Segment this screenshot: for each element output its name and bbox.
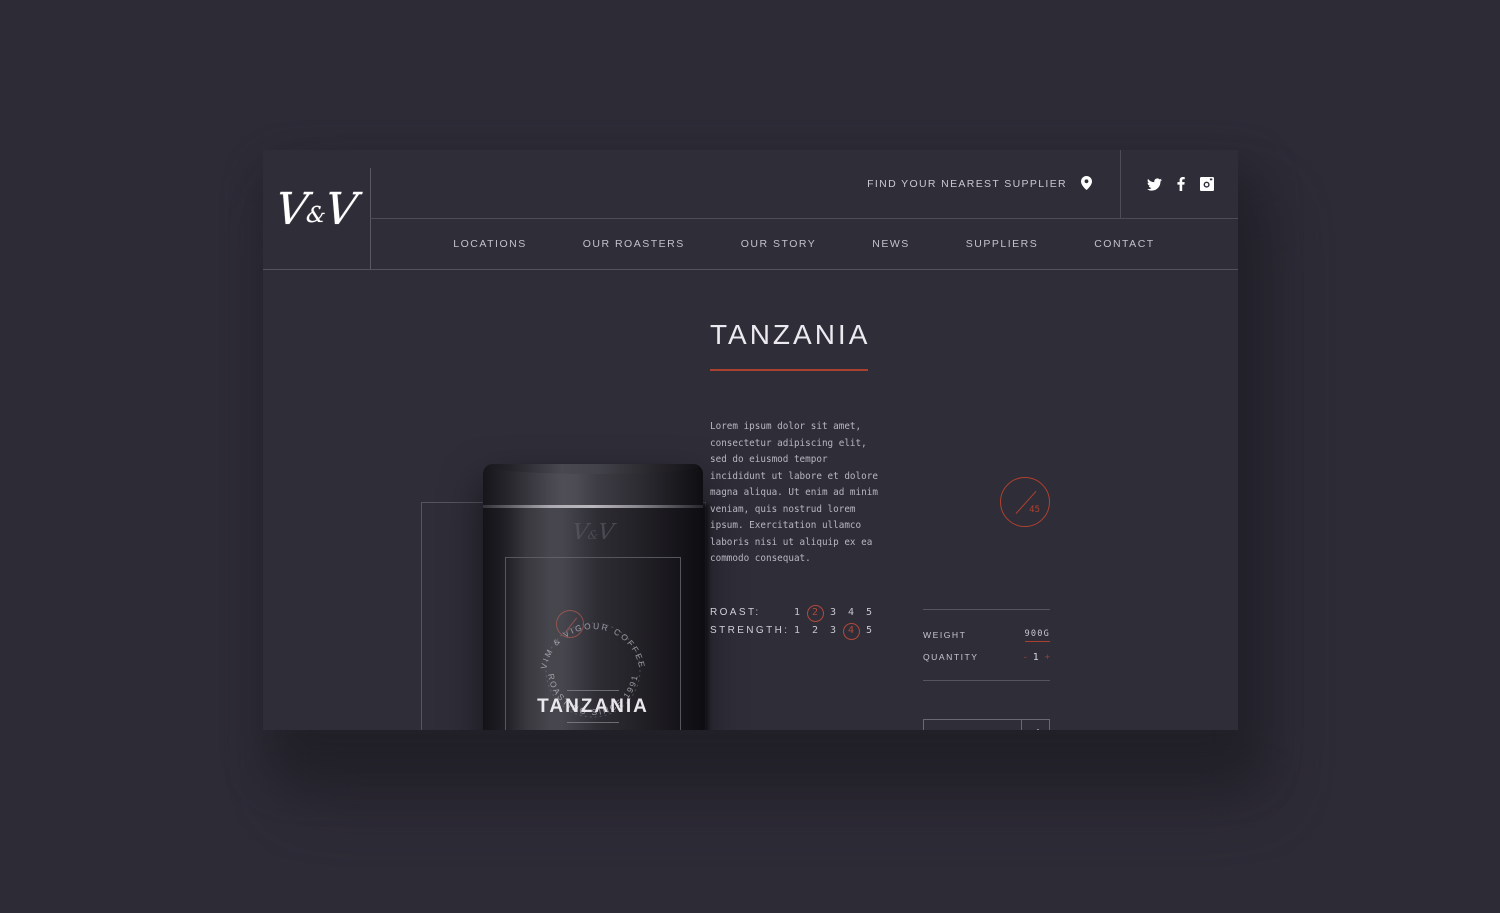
brand-logo-mark: V&V [274, 184, 360, 235]
add-to-cart-label: ADD TO CART [924, 720, 1021, 730]
product-image-coffee-tin: V&V VIM & VIGOUR COFFEE ROASTING SINCE 1… [483, 464, 703, 730]
product-image-stage: V&V VIM & VIGOUR COFFEE ROASTING SINCE 1… [313, 304, 713, 730]
social-links [1121, 177, 1238, 191]
tin-logo-v2: V [596, 520, 615, 545]
price-amount: 45 [1029, 505, 1040, 515]
purchase-meta: WEIGHT 900G QUANTITY - 1 + [923, 610, 1050, 680]
main-navigation: LOCATIONS OUR ROASTERS OUR STORY NEWS SU… [370, 219, 1238, 269]
roast-option-1[interactable]: 1 [788, 605, 806, 621]
tin-label-box: VIM & VIGOUR COFFEE ROASTING SINCE 1991 … [505, 557, 681, 730]
tin-rule-bottom [567, 722, 619, 723]
tin-rule-top [567, 690, 619, 691]
price-badge: 45 [1000, 477, 1050, 527]
arrow-right-icon[interactable] [1021, 720, 1049, 730]
twitter-icon[interactable] [1147, 177, 1162, 191]
nav-item-suppliers[interactable]: SUPPLIERS [938, 238, 1066, 250]
nav-item-contact[interactable]: CONTACT [1066, 238, 1182, 250]
quantity-increment-button[interactable]: + [1045, 652, 1050, 662]
roast-options: 1 2 3 4 5 [788, 604, 878, 622]
roast-option-3[interactable]: 3 [824, 605, 842, 621]
quantity-decrement-button[interactable]: - [1024, 652, 1027, 662]
tin-seal: VIM & VIGOUR COFFEE ROASTING SINCE 1991 … [528, 604, 658, 730]
roast-option-5[interactable]: 5 [860, 605, 878, 621]
nav-item-our-roasters[interactable]: OUR ROASTERS [555, 238, 713, 250]
roast-option-2[interactable]: 2 [806, 604, 824, 622]
product-page-main: V&V VIM & VIGOUR COFFEE ROASTING SINCE 1… [263, 269, 1238, 730]
quantity-stepper: - 1 + [1024, 652, 1050, 663]
weight-row: WEIGHT 900G [923, 624, 1050, 646]
strength-options: 1 2 3 4 5 [788, 622, 878, 640]
quantity-value: 1 [1032, 651, 1039, 663]
strength-option-2[interactable]: 2 [806, 623, 824, 639]
strength-picker: STRENGTH: 1 2 3 4 5 [710, 622, 900, 640]
tin-price-circle-slash-icon [556, 610, 584, 638]
page-title: TANZANIA [710, 319, 871, 350]
roast-option-4[interactable]: 4 [842, 605, 860, 621]
purchase-panel: WEIGHT 900G QUANTITY - 1 + ADD TO CAR [923, 609, 1050, 730]
instagram-icon[interactable] [1200, 177, 1214, 191]
quantity-label: QUANTITY [923, 652, 979, 662]
product-details: TANZANIA Lorem ipsum dolor sit amet, con… [710, 319, 900, 640]
purchase-rule-bottom [923, 680, 1050, 681]
tin-embossed-logo: V&V [483, 520, 703, 545]
brand-logo[interactable]: V&V [263, 150, 370, 269]
svg-text:VIM & VIGOUR COFFEE: VIM & VIGOUR COFFEE [538, 621, 647, 670]
strength-option-3[interactable]: 3 [824, 623, 842, 639]
product-description: Lorem ipsum dolor sit amet, consectetur … [710, 421, 878, 564]
find-supplier-label: FIND YOUR NEAREST SUPPLIER [867, 178, 1067, 190]
page-background: V&V FIND YOUR NEAREST SUPPLIER LOCATIONS… [0, 0, 1500, 913]
roast-label: ROAST: [710, 607, 761, 618]
product-option-pickers: ROAST: 1 2 3 4 5 STRENGTH: 1 2 3 4 5 [710, 604, 900, 640]
strength-option-1[interactable]: 1 [788, 623, 806, 639]
site-card: V&V FIND YOUR NEAREST SUPPLIER LOCATIONS… [263, 150, 1238, 730]
weight-label: WEIGHT [923, 630, 967, 640]
find-supplier-link[interactable]: FIND YOUR NEAREST SUPPLIER [867, 175, 1092, 193]
strength-option-4[interactable]: 4 [842, 622, 860, 640]
nav-item-news[interactable]: NEWS [844, 238, 938, 250]
weight-value[interactable]: 900G [1024, 629, 1050, 642]
strength-label: STRENGTH: [710, 625, 790, 636]
title-underline [710, 369, 868, 371]
quantity-row: QUANTITY - 1 + [923, 646, 1050, 668]
nav-item-our-story[interactable]: OUR STORY [713, 238, 845, 250]
coffee-tin-body: V&V VIM & VIGOUR COFFEE ROASTING SINCE 1… [483, 464, 703, 730]
roast-picker: ROAST: 1 2 3 4 5 [710, 604, 900, 622]
strength-option-5[interactable]: 5 [860, 623, 878, 639]
nav-item-locations[interactable]: LOCATIONS [425, 238, 554, 250]
header-utility-row: FIND YOUR NEAREST SUPPLIER [370, 150, 1238, 218]
location-pin-icon [1081, 175, 1092, 193]
site-header: V&V FIND YOUR NEAREST SUPPLIER LOCATIONS… [263, 150, 1238, 270]
add-to-cart-button[interactable]: ADD TO CART [923, 719, 1050, 730]
facebook-icon[interactable] [1177, 177, 1185, 191]
tin-product-title: TANZANIA [537, 696, 649, 717]
brand-logo-v2: V [323, 183, 360, 235]
